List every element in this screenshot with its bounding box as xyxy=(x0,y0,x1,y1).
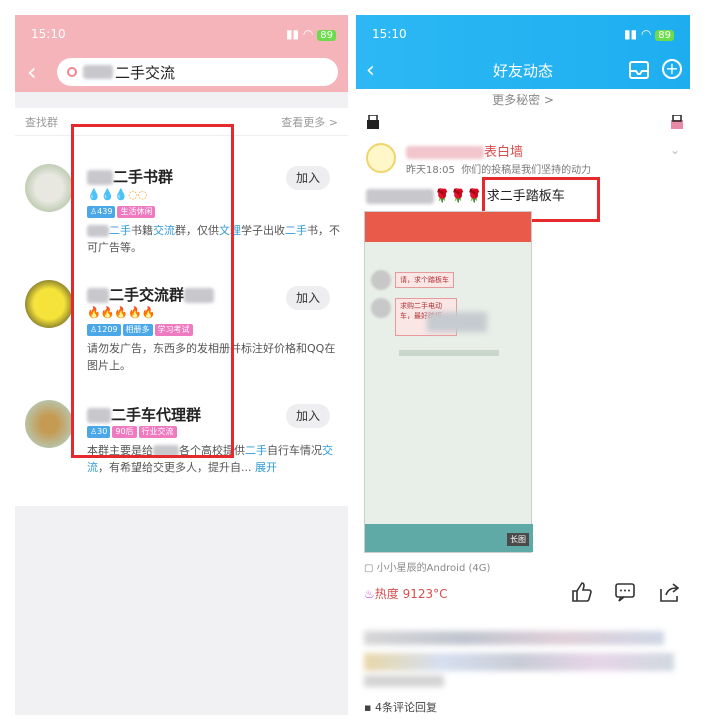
post-meta: 昨天18:05 你们的投稿是我们坚持的动力 xyxy=(406,165,592,176)
join-button[interactable]: 加入 xyxy=(286,166,330,190)
comments-count[interactable]: ▪ 4条评论回复 xyxy=(364,699,437,715)
back-icon[interactable]: ‹ xyxy=(366,58,375,83)
section-title: 查找群 xyxy=(25,115,58,129)
blurred-text xyxy=(83,65,113,79)
join-button[interactable]: 加入 xyxy=(286,404,330,428)
page-title: 好友动态 xyxy=(492,62,553,80)
status-icons: ▮▮ ◠ 89 xyxy=(286,27,336,41)
rose-icons: 🌹🌹🌹 xyxy=(434,189,483,204)
status-icons: ▮▮ ◠ 89 xyxy=(624,27,674,41)
post-actions xyxy=(570,581,680,603)
battery-icon: 89 xyxy=(317,29,336,41)
status-time: 15:10 xyxy=(372,26,407,41)
chat-bubble: 请，求个踏板车 xyxy=(395,272,454,288)
group-avatar xyxy=(25,280,73,328)
nav-bar: ‹ 好友动态 + xyxy=(356,52,690,89)
search-input[interactable]: 二手交流 xyxy=(57,58,338,86)
share-icon[interactable] xyxy=(658,581,680,603)
status-bar: 15:10 ▮▮ ◠ 89 xyxy=(15,15,348,52)
group-avatar xyxy=(25,400,73,448)
add-icon[interactable]: + xyxy=(662,59,682,79)
image-header xyxy=(365,212,531,242)
comment-icon[interactable] xyxy=(614,581,636,603)
chevron-down-icon[interactable]: ⌄ xyxy=(670,143,680,157)
back-icon[interactable]: ‹ xyxy=(27,58,57,86)
join-button[interactable]: 加入 xyxy=(286,286,330,310)
long-image-badge: 长图 xyxy=(507,533,529,546)
left-screen: 15:10 ▮▮ ◠ 89 ‹ 二手交流 查找群 查看更多 > 二手书群 加入 … xyxy=(15,15,348,715)
inbox-icon[interactable] xyxy=(628,60,650,80)
expand-link[interactable]: 展开 xyxy=(255,461,277,474)
poster-name[interactable]: 表白墙 xyxy=(406,141,523,160)
post-image[interactable]: 请，求个踏板车 求购二手电动车，最好踏板 长图 xyxy=(364,211,533,553)
highlight-box xyxy=(71,124,234,458)
battery-icon: 89 xyxy=(655,29,674,41)
flame-icon: ♨ xyxy=(364,587,375,601)
like-icon[interactable] xyxy=(570,581,592,603)
comments-preview xyxy=(364,625,682,691)
group-avatar xyxy=(25,164,73,212)
see-more-link[interactable]: 查看更多 > xyxy=(281,114,338,130)
poster-avatar[interactable] xyxy=(366,143,396,173)
search-value: 二手交流 xyxy=(115,63,176,82)
clip-icon xyxy=(671,115,683,129)
heat-indicator: ♨热度 9123°C xyxy=(364,587,448,601)
search-icon xyxy=(67,67,77,77)
device-info: ▢ 小小星辰的Android (4G) xyxy=(364,563,491,574)
search-bar: ‹ 二手交流 xyxy=(15,52,348,92)
group-results: 二手书群 加入 💧💧💧◌◌ ♙439 生活休闲 二手书籍交流群，仅供文理学子出收… xyxy=(15,124,348,506)
clip-icon xyxy=(367,115,379,129)
right-screen: 15:10 ▮▮ ◠ 89 ‹ 好友动态 + 更多秘密 > 表白墙 ⌄ 昨天18… xyxy=(356,15,690,715)
status-bar: 15:10 ▮▮ ◠ 89 xyxy=(356,15,690,52)
more-secrets-link[interactable]: 更多秘密 > xyxy=(356,91,690,108)
status-time: 15:10 xyxy=(31,26,66,41)
header: 15:10 ▮▮ ◠ 89 ‹ 好友动态 + xyxy=(356,15,690,89)
